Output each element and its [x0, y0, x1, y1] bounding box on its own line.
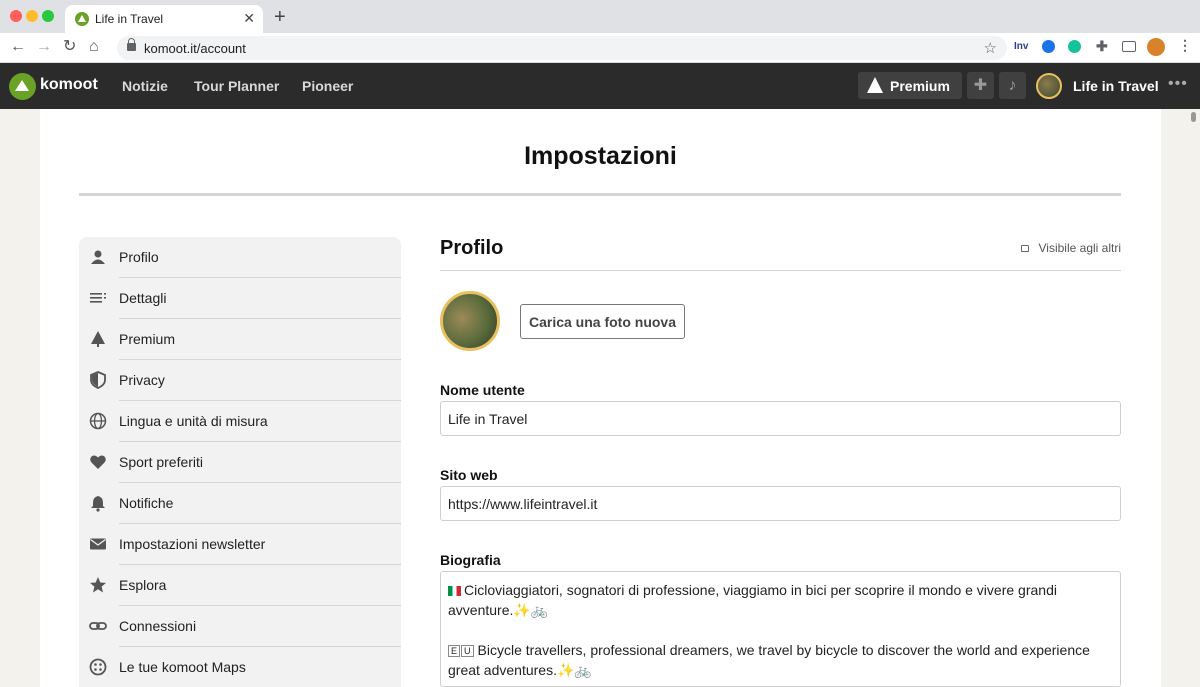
grammarly-icon[interactable] — [1068, 40, 1081, 53]
sidebar-item-connessioni[interactable]: Connessioni — [79, 606, 401, 647]
link-icon — [89, 617, 107, 635]
username-label: Nome utente — [440, 382, 525, 398]
browser-tab[interactable]: Life in Travel ✕ — [65, 5, 263, 33]
cast-icon[interactable] — [1122, 41, 1136, 52]
browser-tabbar: Life in Travel ✕ + — [0, 0, 1200, 33]
nav-pioneer[interactable]: Pioneer — [302, 78, 353, 94]
extensions-puzzle-icon[interactable]: ✚ — [1096, 38, 1108, 55]
settings-sidebar: Profilo Dettagli Premium Privacy Lingua … — [79, 237, 401, 687]
profile-avatar-icon[interactable] — [1147, 38, 1165, 56]
maximize-window-button[interactable] — [42, 10, 54, 22]
add-icon[interactable]: ✚ — [967, 72, 994, 99]
settings-page: Impostazioni Profilo Dettagli Premium Pr… — [40, 109, 1161, 687]
sidebar-item-privacy[interactable]: Privacy — [79, 360, 401, 401]
section-divider — [440, 270, 1121, 271]
section-title: Profilo — [440, 237, 504, 259]
url-text[interactable]: komoot.it/account — [144, 41, 246, 56]
sidebar-item-newsletter[interactable]: Impostazioni newsletter — [79, 524, 401, 565]
more-menu-icon[interactable]: ••• — [1168, 75, 1188, 93]
premium-button[interactable]: Premium — [858, 72, 962, 99]
bio-label: Biografia — [440, 552, 501, 568]
sidebar-item-lingua[interactable]: Lingua e unità di misura — [79, 401, 401, 442]
sidebar-item-label: Sport preferiti — [119, 454, 204, 470]
sidebar-item-maps[interactable]: Le tue komoot Maps — [79, 647, 401, 687]
nav-notizie[interactable]: Notizie — [122, 78, 168, 94]
maps-icon — [89, 658, 107, 676]
tree-icon — [867, 77, 883, 93]
person-icon — [89, 248, 107, 266]
sidebar-item-profilo[interactable]: Profilo — [79, 237, 401, 278]
address-bar[interactable]: komoot.it/account ☆ — [117, 36, 1007, 60]
italy-flag-icon — [448, 586, 461, 596]
tree-icon — [89, 330, 107, 348]
sidebar-item-label: Esplora — [119, 577, 167, 593]
profile-avatar — [440, 291, 500, 351]
e-letter-icon: E — [448, 645, 461, 657]
sidebar-item-label: Le tue komoot Maps — [119, 659, 246, 675]
nav-tour-planner[interactable]: Tour Planner — [194, 78, 279, 94]
tab-title: Life in Travel — [95, 12, 164, 26]
sidebar-item-notifiche[interactable]: Notifiche — [79, 483, 401, 524]
lock-icon — [1020, 245, 1029, 252]
komoot-navbar: komoot Notizie Tour Planner Pioneer Prem… — [0, 63, 1200, 109]
premium-label: Premium — [890, 78, 950, 94]
inv-extension-icon[interactable]: Inv — [1014, 41, 1028, 52]
bio-text-en: Bicycle travellers, professional dreamer… — [448, 642, 1090, 678]
sidebar-item-label: Notifiche — [119, 495, 174, 511]
shield-icon — [89, 371, 107, 389]
sidebar-item-label: Premium — [119, 331, 176, 347]
sidebar-item-sport[interactable]: Sport preferiti — [79, 442, 401, 483]
sidebar-item-label: Impostazioni newsletter — [119, 536, 266, 552]
username-field[interactable] — [440, 401, 1121, 436]
visibility-note: Visibile agli altri — [1020, 241, 1121, 255]
user-name[interactable]: Life in Travel — [1073, 78, 1159, 94]
home-icon[interactable]: ⌂ — [89, 38, 99, 56]
extension-blue-icon[interactable] — [1042, 40, 1055, 53]
lock-icon — [127, 38, 136, 51]
bio-paragraph-it: Cicloviaggiatori, sognatori di professio… — [448, 580, 1113, 620]
visibility-label: Visibile agli altri — [1038, 241, 1121, 255]
globe-icon — [89, 412, 107, 430]
sidebar-item-label: Dettagli — [119, 290, 167, 306]
upload-photo-button[interactable]: Carica una foto nuova — [520, 304, 685, 339]
komoot-brand[interactable]: komoot — [40, 76, 98, 94]
bell-icon — [89, 494, 107, 512]
sidebar-item-label: Lingua e unità di misura — [119, 413, 268, 429]
sidebar-item-label: Profilo — [119, 249, 159, 265]
page-title: Impostazioni — [524, 142, 677, 170]
sidebar-item-dettagli[interactable]: Dettagli — [79, 278, 401, 319]
sidebar-item-label: Connessioni — [119, 618, 197, 634]
star-icon — [89, 576, 107, 594]
komoot-logo-icon[interactable] — [9, 73, 36, 100]
bio-text-it: Cicloviaggiatori, sognatori di professio… — [448, 582, 1057, 618]
website-field[interactable] — [440, 486, 1121, 521]
back-arrow-icon[interactable]: ← — [10, 38, 26, 56]
minimize-window-button[interactable] — [26, 10, 38, 22]
title-divider — [79, 193, 1121, 196]
notifications-bell-icon[interactable]: ♪ — [999, 72, 1026, 99]
bio-textarea[interactable]: Cicloviaggiatori, sognatori di professio… — [440, 571, 1121, 687]
forward-arrow-icon[interactable]: → — [36, 38, 52, 56]
browser-menu-icon[interactable]: ⋮ — [1178, 37, 1192, 54]
user-avatar[interactable] — [1036, 73, 1062, 99]
u-letter-icon: U — [461, 645, 474, 657]
sidebar-item-esplora[interactable]: Esplora — [79, 565, 401, 606]
sidebar-item-premium[interactable]: Premium — [79, 319, 401, 360]
bio-paragraph-en: E U Bicycle travellers, professional dream… — [448, 640, 1113, 680]
tab-close-icon[interactable]: ✕ — [243, 10, 255, 27]
list-icon — [89, 289, 107, 307]
page-scrollbar[interactable] — [1191, 112, 1196, 122]
close-window-button[interactable] — [10, 10, 22, 22]
bookmark-star-icon[interactable]: ☆ — [984, 39, 997, 57]
new-tab-button[interactable]: + — [274, 6, 286, 28]
komoot-favicon-icon — [75, 12, 89, 26]
website-label: Sito web — [440, 467, 498, 483]
heart-icon — [89, 453, 107, 471]
reload-icon[interactable]: ↻ — [63, 38, 76, 56]
sidebar-item-label: Privacy — [119, 372, 165, 388]
envelope-icon — [89, 535, 107, 553]
browser-toolbar: ← → ↻ ⌂ komoot.it/account ☆ Inv ✚ ⋮ — [0, 33, 1200, 63]
